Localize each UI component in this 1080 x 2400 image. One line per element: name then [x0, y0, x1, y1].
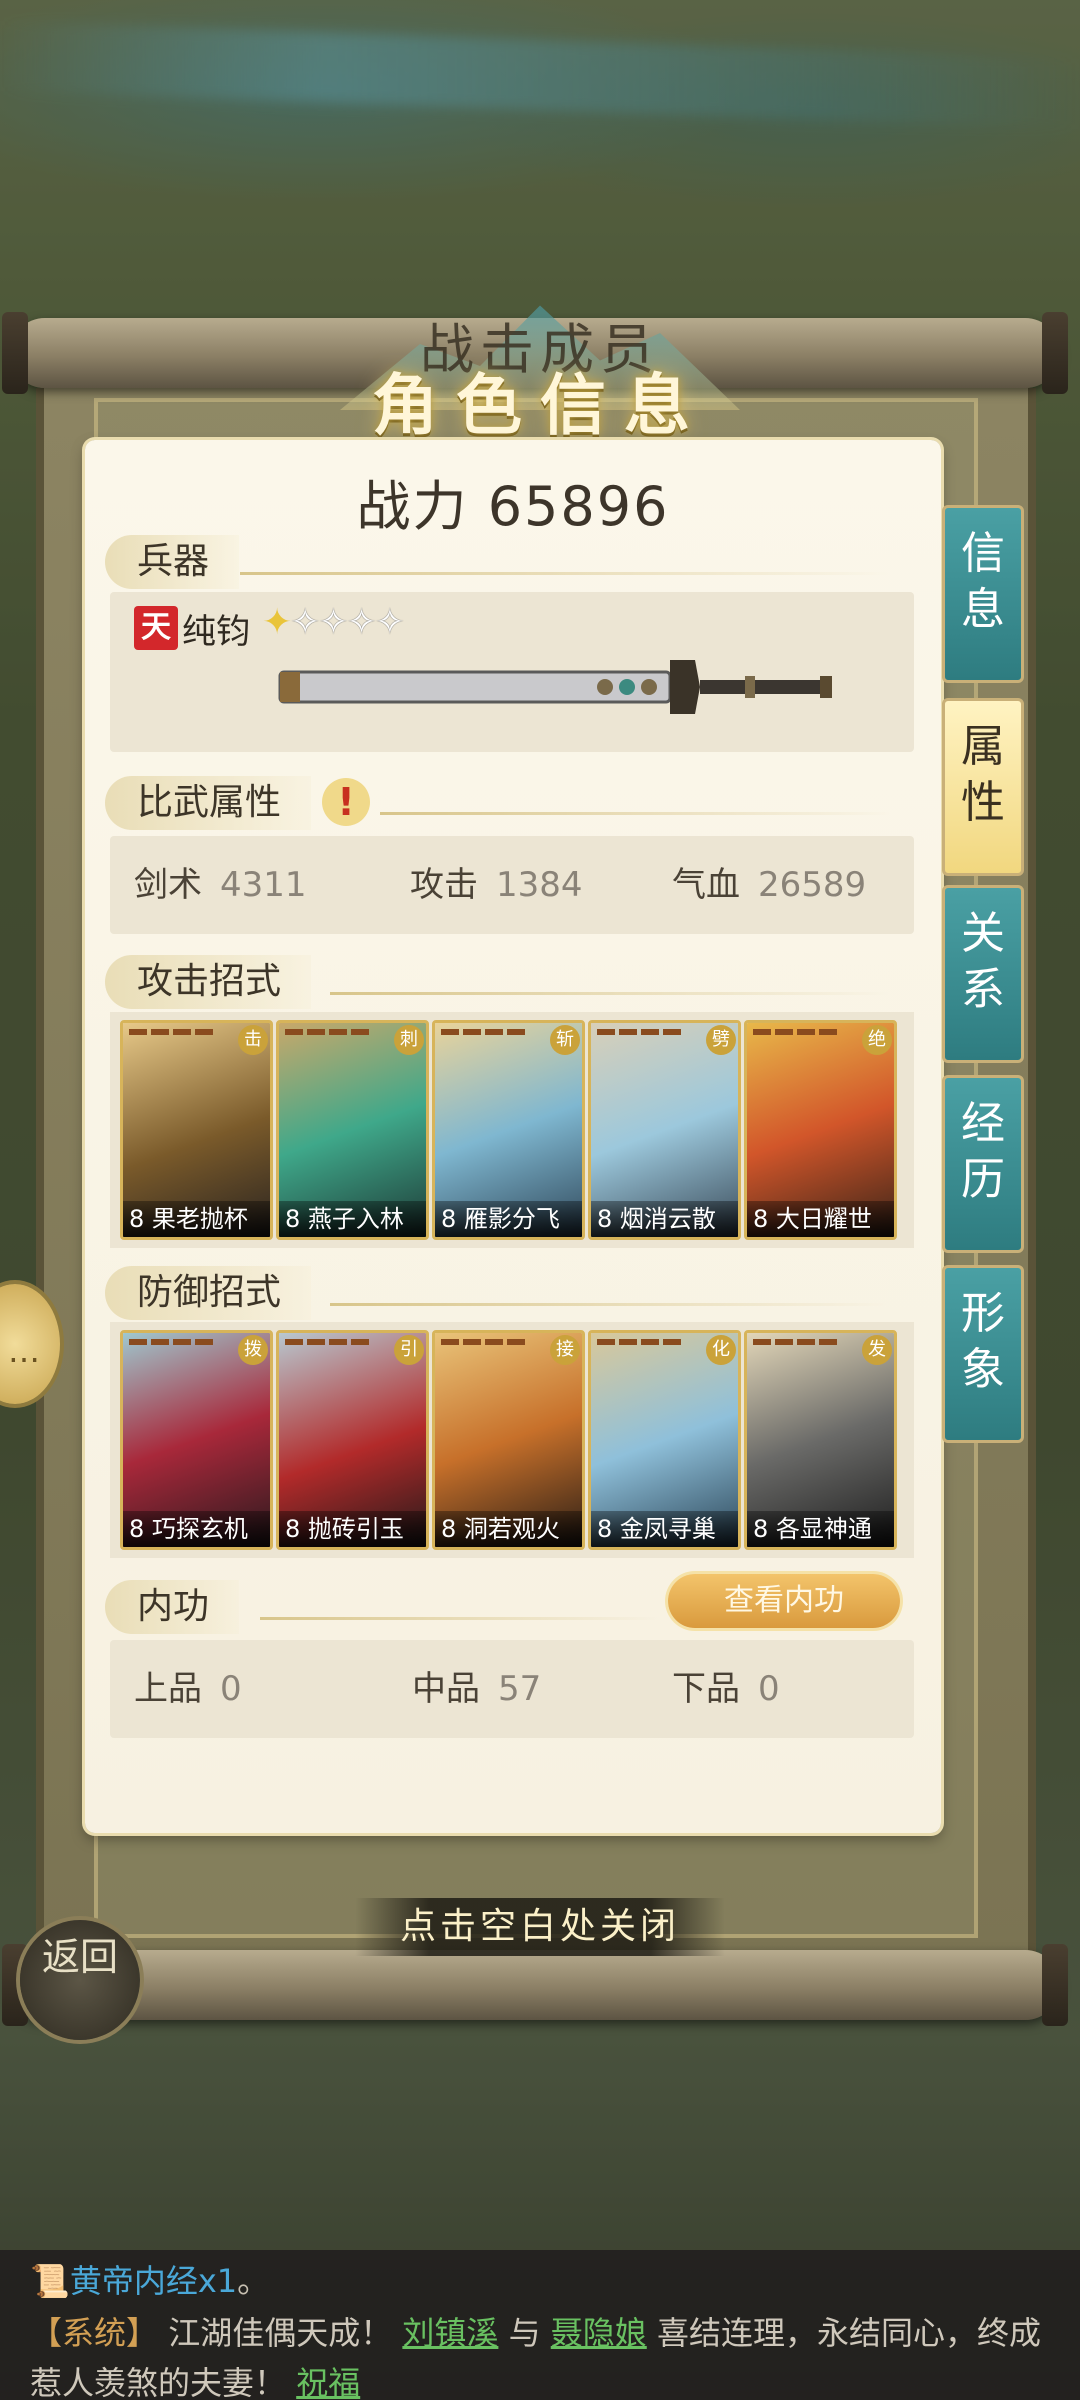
move-card[interactable]: 击8 果老抛杯	[120, 1020, 273, 1240]
close-hint[interactable]: 点击空白处关闭	[355, 1898, 725, 1956]
player-link[interactable]: 聂隐娘	[551, 2314, 647, 2352]
move-type-badge: 接	[550, 1335, 580, 1365]
stat-value: 0	[220, 1669, 242, 1709]
move-type-badge: 击	[238, 1025, 268, 1055]
section-attack-moves: 攻击招式	[105, 955, 312, 1009]
stat-label: 下品	[672, 1669, 740, 1709]
section-weapon: 兵器	[105, 535, 240, 589]
move-card[interactable]: 化8 金凤寻巢	[588, 1330, 741, 1550]
stat-label: 剑术	[134, 865, 202, 905]
chat-ticker[interactable]: 📜黄帝内经x1。 【系统】 江湖佳偶天成！ 刘镇溪 与 聂隐娘 喜结连理，永结同…	[0, 2250, 1080, 2400]
stat-value: 0	[758, 1669, 780, 1709]
star-icon-empty: ✧	[290, 602, 320, 643]
system-tag: 【系统】	[30, 2314, 159, 2352]
move-card[interactable]: 劈8 烟消云散	[588, 1020, 741, 1240]
move-name: 巧探玄机	[151, 1515, 248, 1543]
view-neigong-button[interactable]: 查看内功	[668, 1574, 900, 1628]
attack-moves-row: 击8 果老抛杯 刺8 燕子入林 斩8 雁影分飞 劈8 烟消云散 绝8 大日耀世	[110, 1012, 914, 1248]
tab-appearance[interactable]: 形象	[942, 1265, 1024, 1443]
alert-icon[interactable]: !	[322, 778, 370, 826]
section-combat-attrs: 比武属性	[105, 776, 312, 830]
move-card[interactable]: 绝8 大日耀世	[744, 1020, 897, 1240]
stat-value: 1384	[496, 865, 583, 905]
power-value: 65896	[487, 475, 670, 538]
sword-icon	[278, 660, 832, 714]
combat-stats-box: 剑术 4311 攻击 1384 气血 26589	[110, 836, 914, 934]
section-neigong: 内功	[105, 1580, 240, 1634]
move-name: 烟消云散	[619, 1205, 716, 1233]
move-card[interactable]: 拨8 巧探玄机	[120, 1330, 273, 1550]
tab-relations[interactable]: 关系	[942, 885, 1024, 1063]
move-card[interactable]: 斩8 雁影分飞	[432, 1020, 585, 1240]
bless-link[interactable]: 祝福	[296, 2364, 360, 2400]
move-card[interactable]: 引8 抛砖引玉	[276, 1330, 429, 1550]
move-type-badge: 发	[862, 1335, 892, 1365]
defense-moves-row: 拨8 巧探玄机 引8 抛砖引玉 接8 洞若观火 化8 金凤寻巢 发8 各显神通	[110, 1322, 914, 1558]
stat-label: 中品	[412, 1669, 480, 1709]
section-defense-moves: 防御招式	[105, 1266, 312, 1320]
neigong-stats-box: 上品 0 中品 57 下品 0	[110, 1640, 914, 1738]
stat-value: 26589	[758, 865, 867, 905]
weapon-name: 纯钧	[182, 612, 250, 652]
player-link[interactable]: 刘镇溪	[402, 2314, 498, 2352]
move-name: 各显神通	[775, 1515, 872, 1543]
move-type-badge: 绝	[862, 1025, 892, 1055]
star-icon-empty: ✧	[374, 602, 405, 643]
power-label: 战力	[356, 475, 469, 538]
move-card[interactable]: 刺8 燕子入林	[276, 1020, 429, 1240]
back-button[interactable]: 返回	[20, 1920, 140, 2040]
combat-power: 战力 65896	[85, 462, 941, 541]
move-name: 抛砖引玉	[307, 1515, 404, 1543]
weapon-grade-badge: 天	[134, 606, 178, 650]
move-type-badge: 劈	[706, 1025, 736, 1055]
move-type-badge: 刺	[394, 1025, 424, 1055]
move-name: 燕子入林	[307, 1205, 404, 1233]
move-name: 大日耀世	[775, 1205, 872, 1233]
move-name: 果老抛杯	[151, 1205, 248, 1233]
move-name: 金凤寻巢	[619, 1515, 716, 1543]
star-icon-filled: ✦	[262, 602, 292, 643]
star-icon-empty: ✧	[346, 602, 377, 643]
move-type-badge: 化	[706, 1335, 736, 1365]
move-name: 雁影分飞	[463, 1205, 560, 1233]
move-name: 洞若观火	[463, 1515, 560, 1543]
item-name: 黄帝内经x1	[69, 2262, 238, 2300]
star-icon-empty: ✧	[318, 602, 348, 643]
stat-label: 气血	[672, 865, 740, 905]
move-card[interactable]: 发8 各显神通	[744, 1330, 897, 1550]
dialog-title: 角色信息	[372, 367, 708, 444]
weapon-box[interactable]: 天 纯钧 ✦✧✧✧✧	[110, 592, 914, 752]
stat-label: 上品	[134, 1669, 202, 1709]
move-type-badge: 引	[394, 1335, 424, 1365]
move-type-badge: 斩	[550, 1025, 580, 1055]
tab-attributes[interactable]: 属性	[942, 698, 1024, 876]
tab-history[interactable]: 经历	[942, 1075, 1024, 1253]
tab-info[interactable]: 信息	[942, 505, 1024, 683]
stat-label: 攻击	[410, 865, 478, 905]
stat-value: 57	[498, 1669, 542, 1709]
scroll-bottom-rod	[2, 1944, 1068, 2026]
weapon-stars: ✦✧✧✧✧	[262, 602, 405, 643]
chat-icon: …	[8, 1332, 40, 1370]
move-card[interactable]: 接8 洞若观火	[432, 1330, 585, 1550]
stat-value: 4311	[220, 865, 307, 905]
scroll-icon: 📜	[30, 2262, 70, 2300]
move-type-badge: 拨	[238, 1335, 268, 1365]
